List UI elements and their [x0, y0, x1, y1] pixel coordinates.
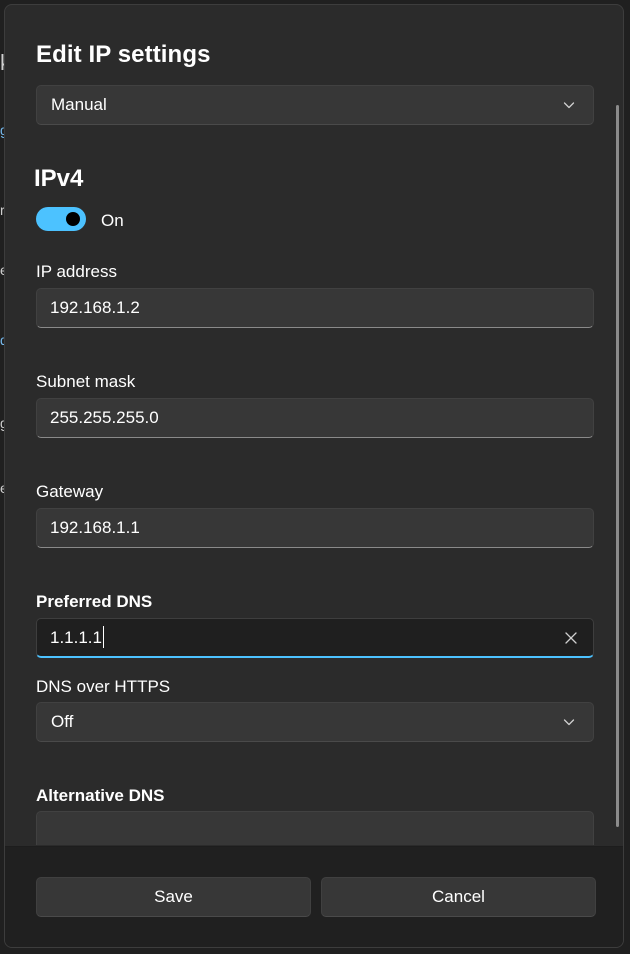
toggle-knob	[66, 212, 80, 226]
close-icon[interactable]	[563, 630, 579, 646]
text-caret	[103, 626, 104, 649]
dns-over-https-dropdown[interactable]: Off	[36, 702, 594, 742]
subnet-mask-value: 255.255.255.0	[50, 408, 159, 427]
edit-ip-settings-dialog: Edit IP settings Manual IPv4 On IP addre…	[4, 4, 624, 948]
dialog-footer: Save Cancel	[5, 846, 623, 947]
preferred-dns-field[interactable]: 1.1.1.1	[36, 618, 594, 658]
subnet-mask-label: Subnet mask	[36, 372, 136, 391]
dialog-content: Edit IP settings Manual IPv4 On IP addre…	[5, 5, 623, 845]
alternative-dns-field[interactable]	[36, 811, 594, 845]
preferred-dns-label: Preferred DNS	[36, 592, 153, 611]
ip-address-value: 192.168.1.2	[50, 298, 140, 317]
ip-address-label: IP address	[36, 262, 117, 281]
chevron-down-icon	[563, 719, 575, 726]
dns-over-https-value: Off	[51, 712, 74, 731]
ip-mode-dropdown[interactable]: Manual	[36, 85, 594, 125]
subnet-mask-field[interactable]: 255.255.255.0	[36, 398, 594, 438]
ip-mode-value: Manual	[51, 95, 107, 114]
ip-address-field[interactable]: 192.168.1.2	[36, 288, 594, 328]
gateway-value: 192.168.1.1	[50, 518, 140, 537]
preferred-dns-value: 1.1.1.1	[50, 628, 102, 647]
alternative-dns-label: Alternative DNS	[36, 786, 165, 805]
ipv4-heading: IPv4	[34, 165, 84, 192]
cancel-button[interactable]: Cancel	[321, 877, 596, 917]
scrollbar-thumb[interactable]	[616, 105, 619, 827]
ipv4-toggle-label: On	[101, 211, 124, 230]
dialog-title: Edit IP settings	[36, 41, 211, 68]
gateway-field[interactable]: 192.168.1.1	[36, 508, 594, 548]
ipv4-toggle[interactable]	[36, 207, 86, 231]
dns-over-https-label: DNS over HTTPS	[36, 677, 171, 696]
gateway-label: Gateway	[36, 482, 104, 501]
save-button[interactable]: Save	[36, 877, 311, 917]
chevron-down-icon	[563, 102, 575, 109]
